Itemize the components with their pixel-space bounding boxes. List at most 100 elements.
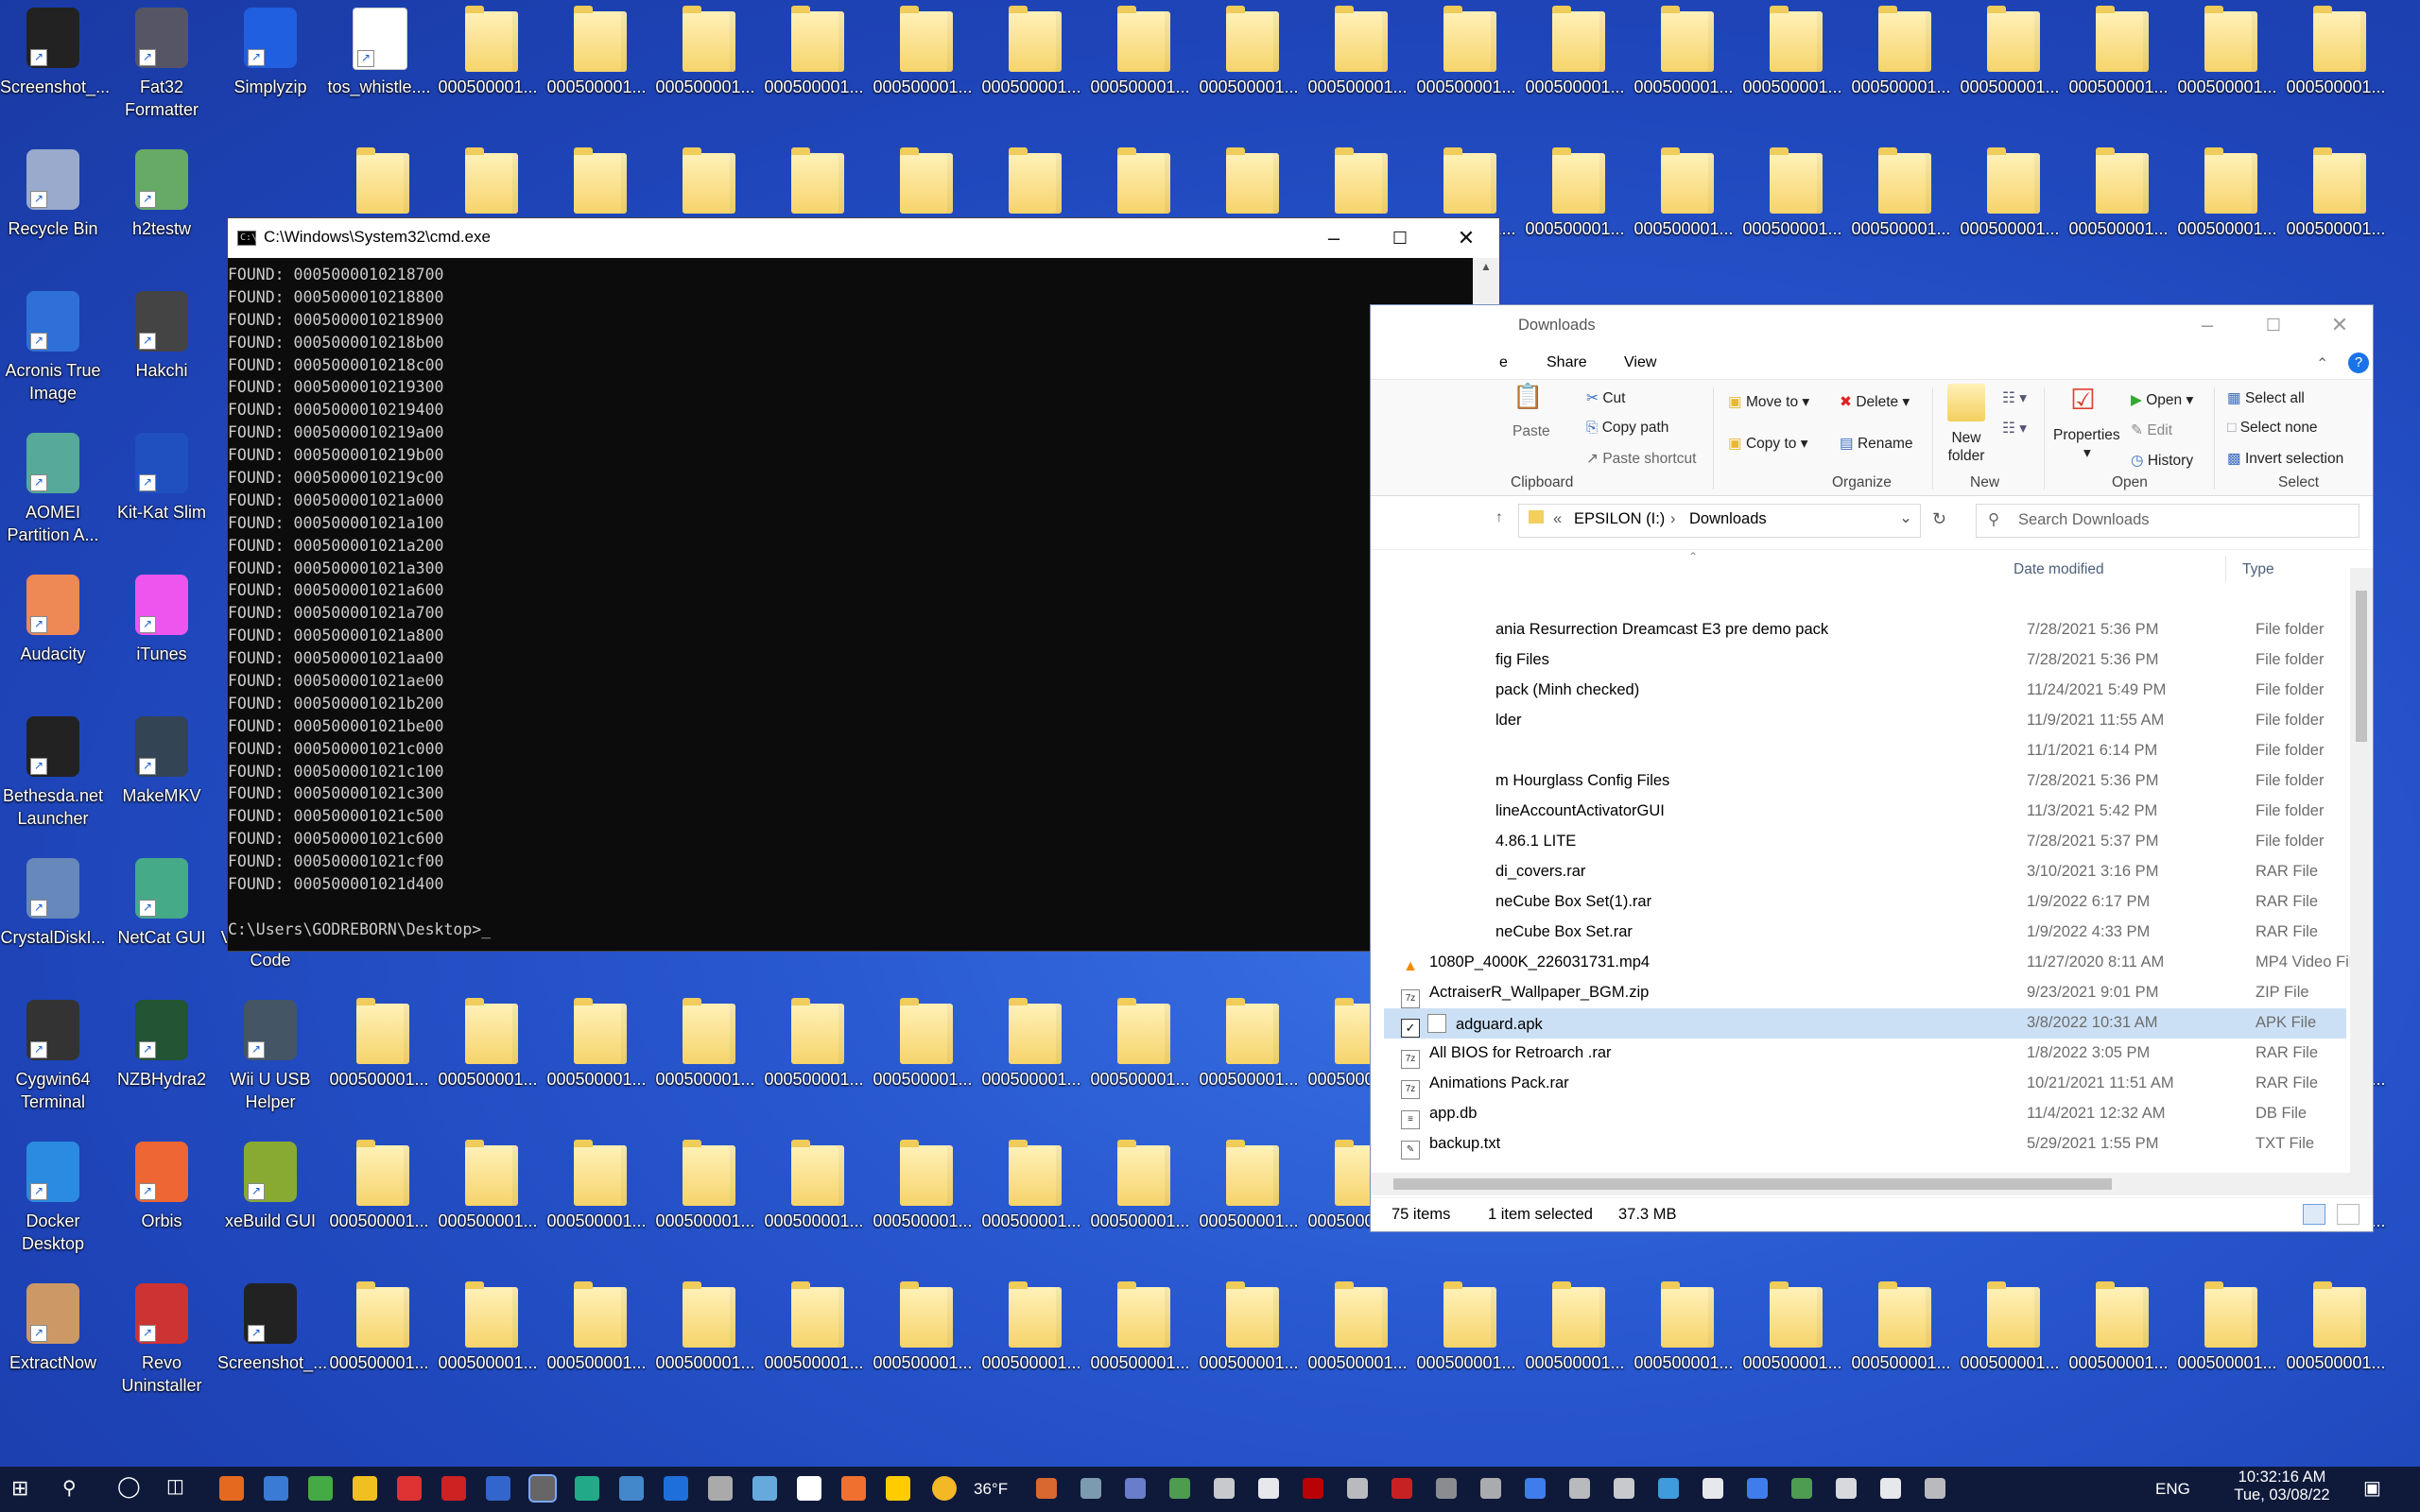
help-icon[interactable]: ? — [2348, 352, 2369, 373]
address-dropdown-icon[interactable]: ⌄ — [1899, 508, 1912, 527]
file-row[interactable]: 7z All BIOS for Retroarch .rar 1/8/2022 3:… — [1384, 1039, 2346, 1069]
desktop-icon[interactable]: ↗ Audacity — [0, 567, 106, 703]
taskbar-app-icon[interactable] — [752, 1476, 777, 1501]
desktop-icon[interactable]: ↗ tos_whistle.... — [326, 0, 432, 136]
desktop-folder[interactable]: 000500001... — [2283, 1276, 2389, 1412]
tray-icon[interactable] — [1392, 1478, 1412, 1499]
explorer-window[interactable]: Downloads – ☐ ✕ e Share View ⌃ ? 📋 Paste… — [1370, 304, 2374, 1232]
desktop-icon[interactable]: ↗ ExtractNow — [0, 1276, 106, 1412]
desktop-icon[interactable]: ↗ CrystalDiskI... — [0, 850, 106, 987]
collapse-ribbon-icon[interactable]: ⌃ — [2316, 354, 2328, 373]
desktop-folder[interactable]: 000500001... — [326, 1134, 432, 1270]
cmd-output[interactable]: FOUND: 0005000010218700 FOUND: 0005000010… — [228, 258, 1473, 951]
desktop-folder[interactable]: 000500001... — [2174, 1276, 2280, 1412]
copy-path-button[interactable]: ⎘ Copy path — [1586, 420, 1668, 437]
desktop-folder[interactable]: 000500001... — [1631, 142, 1737, 278]
properties-button[interactable]: Properties ▾ — [2053, 427, 2120, 462]
tray-icon[interactable] — [1658, 1478, 1679, 1499]
properties-icon[interactable]: ☑ — [2070, 384, 2096, 417]
search-input[interactable]: ⚲ Search Downloads — [1976, 504, 2360, 538]
desktop-folder[interactable]: 000500001... — [435, 1134, 541, 1270]
file-row[interactable]: ✓ adguard.apk 3/8/2022 10:31 AM APK File — [1384, 1008, 2346, 1039]
desktop-folder[interactable]: 000500001... — [1957, 142, 2063, 278]
file-row[interactable]: ✎ backup.txt 5/29/2021 1:55 PM TXT File — [1384, 1129, 2346, 1160]
file-list-scroll-thumb[interactable] — [2356, 591, 2367, 742]
weather-temp[interactable]: 36°F — [974, 1480, 1008, 1499]
desktop-folder[interactable]: 000500001... — [2066, 1276, 2171, 1412]
desktop-folder[interactable]: 000500001... — [1848, 1276, 1954, 1412]
desktop-icon[interactable]: ↗ Simplyzip — [217, 0, 323, 136]
desktop-folder[interactable]: 000500001... — [978, 1134, 1084, 1270]
clock[interactable]: 10:32:16 AM Tue, 03/08/22 — [2221, 1469, 2342, 1504]
desktop-folder[interactable]: 000500001... — [544, 1134, 649, 1270]
explorer-minimize-button[interactable]: – — [2174, 305, 2240, 345]
desktop-folder[interactable]: 000500001... — [1848, 0, 1954, 136]
taskbar-app-icon[interactable] — [708, 1476, 733, 1501]
tray-icon[interactable] — [1747, 1478, 1768, 1499]
tray-icon[interactable] — [1036, 1478, 1057, 1499]
file-row[interactable]: ≡ app.db 11/4/2021 12:32 AM DB File — [1384, 1099, 2346, 1129]
tray-icon[interactable] — [1214, 1478, 1235, 1499]
file-row[interactable]: m Hourglass Config Files 7/28/2021 5:36 P… — [1384, 766, 2346, 797]
task-view-icon[interactable]: ◫ — [166, 1474, 184, 1498]
new-folder-icon[interactable] — [1947, 384, 1985, 421]
desktop-icon[interactable]: ↗ Orbis — [109, 1134, 215, 1270]
explorer-close-button[interactable]: ✕ — [2307, 305, 2373, 345]
taskbar-app-icon[interactable] — [797, 1476, 821, 1501]
desktop-folder[interactable]: 000500001... — [435, 0, 541, 136]
cmd-window[interactable]: C:\ C:\Windows\System32\cmd.exe – ☐ ✕ FO… — [227, 217, 1500, 952]
file-row[interactable]: 7z Animations Pack.rar 10/21/2021 11:51 AM… — [1384, 1069, 2346, 1099]
col-date-modified[interactable]: Date modified — [2014, 561, 2104, 578]
taskbar-app-icon[interactable] — [619, 1476, 644, 1501]
search-taskbar-icon[interactable]: ⚲ — [62, 1476, 77, 1500]
paste-button[interactable]: Paste — [1512, 423, 1550, 440]
breadcrumb-folder[interactable]: Downloads — [1689, 510, 1767, 528]
desktop-icon[interactable]: ↗ Cygwin64 Terminal — [0, 992, 106, 1128]
desktop-folder[interactable]: 000500001... — [326, 1276, 432, 1412]
file-row[interactable]: neCube Box Set.rar 1/9/2022 4:33 PM RAR Fi… — [1384, 918, 2346, 948]
desktop-folder[interactable]: 000500001... — [652, 1276, 758, 1412]
desktop-folder[interactable]: 000500001... — [1087, 1276, 1193, 1412]
taskbar-app-icon[interactable] — [441, 1476, 466, 1501]
language-indicator[interactable]: ENG — [2155, 1480, 2190, 1499]
desktop-icon[interactable]: ↗ Revo Uninstaller — [109, 1276, 215, 1412]
file-row[interactable]: 4.86.1 LITE 7/28/2021 5:37 PM File folder — [1384, 827, 2346, 857]
tray-icon[interactable] — [1480, 1478, 1501, 1499]
tray-icon[interactable] — [1836, 1478, 1857, 1499]
up-arrow-icon[interactable]: ↑ — [1495, 509, 1503, 526]
tray-icon[interactable] — [1703, 1478, 1723, 1499]
desktop-folder[interactable]: 000500001... — [1631, 1276, 1737, 1412]
desktop-folder[interactable]: 000500001... — [544, 1276, 649, 1412]
desktop-folder[interactable]: 000500001... — [870, 0, 976, 136]
desktop-folder[interactable]: 000500001... — [1739, 0, 1845, 136]
taskbar-app-icon[interactable] — [219, 1476, 244, 1501]
explorer-titlebar[interactable]: Downloads – ☐ ✕ — [1371, 305, 2373, 347]
desktop-icon[interactable]: ↗ Hakchi — [109, 284, 215, 420]
taskbar-app-icon[interactable] — [397, 1476, 422, 1501]
desktop-folder[interactable]: 000500001... — [978, 992, 1084, 1128]
tray-icon[interactable] — [1925, 1478, 1945, 1499]
taskbar-app-icon[interactable] — [886, 1476, 910, 1501]
easy-access-icon[interactable]: ☷ ▾ — [2002, 420, 2027, 438]
desktop-folder[interactable]: 000500001... — [1522, 1276, 1628, 1412]
details-view-icon[interactable] — [2303, 1204, 2325, 1225]
select-all-button[interactable]: ▦ Select all — [2227, 389, 2305, 407]
desktop-folder[interactable]: 000500001... — [1196, 1134, 1302, 1270]
desktop-icon[interactable]: ↗ Recycle Bin — [0, 142, 106, 278]
desktop-folder[interactable]: 000500001... — [435, 992, 541, 1128]
file-row[interactable]: di_covers.rar 3/10/2021 3:16 PM RAR File — [1384, 857, 2346, 887]
desktop-folder[interactable]: 000500001... — [2066, 142, 2171, 278]
desktop-folder[interactable]: 000500001... — [761, 0, 867, 136]
desktop-folder[interactable]: 000500001... — [435, 1276, 541, 1412]
desktop-folder[interactable]: 000500001... — [870, 992, 976, 1128]
cortana-icon[interactable]: ◯ — [117, 1474, 141, 1499]
history-button[interactable]: ◷ History — [2131, 452, 2193, 470]
desktop-folder[interactable]: 000500001... — [326, 992, 432, 1128]
desktop-folder[interactable]: 000500001... — [1739, 142, 1845, 278]
delete-button[interactable]: ✖ Delete ▾ — [1840, 393, 1910, 411]
desktop-folder[interactable]: 000500001... — [652, 0, 758, 136]
desktop-folder[interactable]: 000500001... — [1522, 0, 1628, 136]
file-row[interactable]: 11/1/2021 6:14 PM File folder — [1384, 736, 2346, 766]
address-overflow[interactable]: « — [1553, 510, 1562, 528]
file-row[interactable]: lineAccountActivatorGUI 11/3/2021 5:42 PM… — [1384, 797, 2346, 827]
